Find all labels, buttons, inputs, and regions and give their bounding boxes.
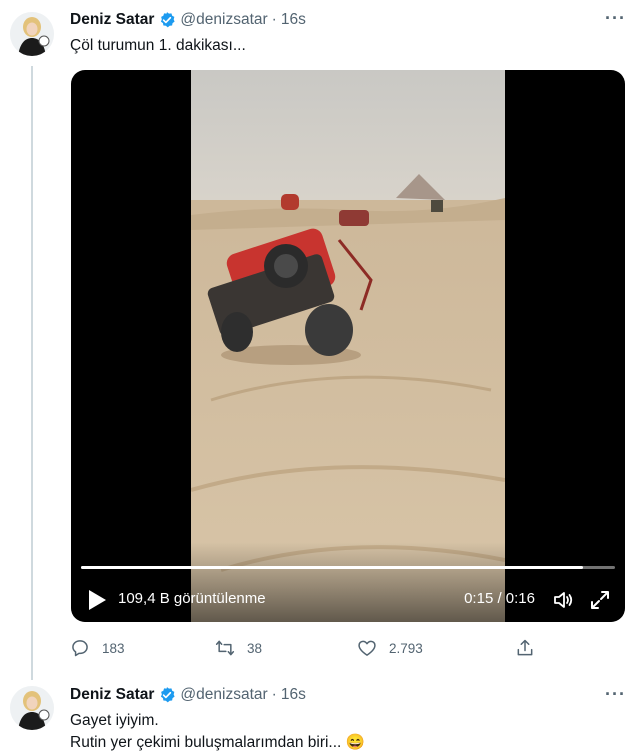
like-count: 2.793	[389, 640, 423, 656]
verified-badge-icon	[158, 11, 176, 29]
like-button[interactable]: 2.793	[357, 638, 423, 658]
tweet-header: Deniz Satar @denizsatar · 16s	[70, 11, 306, 29]
tweet-text: Çöl turumun 1. dakikası...	[70, 37, 246, 54]
fullscreen-icon[interactable]	[588, 588, 612, 612]
progress-bar[interactable]	[81, 566, 615, 569]
progress-fill	[81, 566, 583, 569]
handle[interactable]: @denizsatar	[180, 686, 267, 704]
display-name[interactable]: Deniz Satar	[70, 686, 154, 704]
timestamp[interactable]: 16s	[281, 686, 306, 704]
grinning-emoji-icon: 😄	[345, 734, 365, 751]
video-frame	[191, 70, 505, 622]
like-icon	[358, 640, 376, 656]
share-icon	[517, 639, 533, 656]
tweet-text-line: Gayet iyiyim.	[70, 712, 159, 729]
view-count: 109,4 B görüntülenme	[118, 590, 266, 607]
reply-count: 183	[102, 640, 125, 656]
controls-overlay	[71, 542, 625, 622]
share-button[interactable]	[515, 638, 547, 658]
timestamp[interactable]: 16s	[281, 11, 306, 29]
avatar-image	[10, 686, 54, 730]
reply-icon	[72, 640, 88, 657]
separator-dot: ·	[271, 11, 277, 28]
retweet-icon	[215, 640, 235, 656]
handle[interactable]: @denizsatar	[180, 11, 267, 29]
avatar-image	[10, 12, 54, 56]
tweet-actions: 183 38 2.793	[70, 638, 550, 660]
avatar[interactable]	[10, 12, 54, 56]
more-icon[interactable]: ···	[605, 684, 626, 705]
retweet-count: 38	[247, 640, 263, 656]
avatar[interactable]	[10, 686, 54, 730]
reply-button[interactable]: 183	[70, 638, 125, 658]
separator-dot: ·	[271, 686, 277, 703]
tweet-text-line: Rutin yer çekimi buluşmalarımdan biri...…	[70, 732, 365, 754]
retweet-button[interactable]: 38	[215, 638, 262, 658]
video-timecode: 0:15 / 0:16	[464, 590, 535, 607]
tweet-text: Gayet iyiyim. Rutin yer çekimi buluşmala…	[70, 710, 365, 754]
tweet-text-content: Rutin yer çekimi buluşmalarımdan biri...	[70, 734, 342, 751]
display-name[interactable]: Deniz Satar	[70, 11, 154, 29]
verified-badge-icon	[158, 686, 176, 704]
thread-connector-line	[31, 66, 33, 680]
tweet-header: Deniz Satar @denizsatar · 16s	[70, 686, 306, 704]
video-player[interactable]: 109,4 B görüntülenme 0:15 / 0:16	[71, 70, 625, 622]
play-icon[interactable]	[87, 589, 107, 611]
more-icon[interactable]: ···	[605, 8, 626, 29]
volume-icon[interactable]	[551, 588, 575, 612]
